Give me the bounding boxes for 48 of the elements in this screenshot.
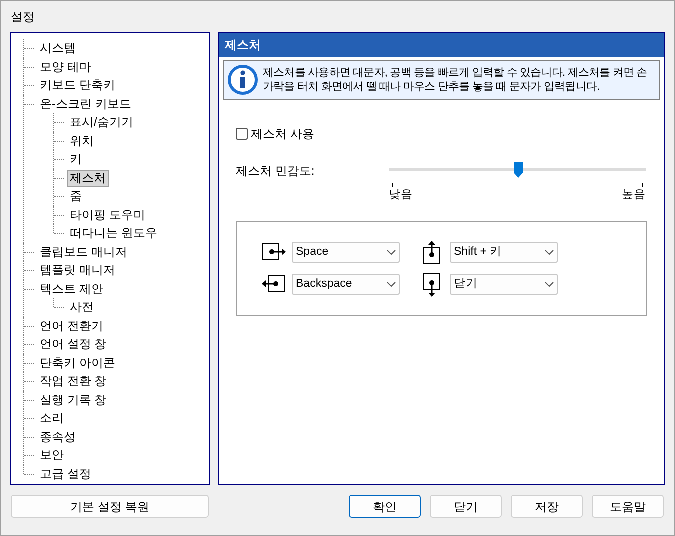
tree-item[interactable]: 템플릿 매니저 [37,262,118,279]
tree-item[interactable]: 종속성 [37,428,79,446]
tree-item[interactable]: 언어 전환기 [37,318,106,334]
tree-item[interactable]: 보안 [37,447,67,464]
slider[interactable] [389,162,646,178]
tree-item[interactable]: 고급 설정 [37,466,94,482]
tree-item[interactable]: 제스처 [67,170,109,186]
chevron-down-icon [387,282,396,288]
tree-item[interactable]: 표시/숨기기 [67,114,136,131]
gesture-dropdown[interactable]: Backspace [292,274,400,296]
tree-item[interactable]: 키보드 단축키 [37,77,118,94]
chevron-down-icon [545,282,554,288]
reset-button[interactable]: 기본 설정 복원 [11,495,209,518]
tree-item[interactable]: 작업 전환 창 [37,373,110,390]
tree-item[interactable]: 단축키 아이콘 [37,354,118,372]
tree-item[interactable]: 소리 [37,410,67,427]
tree-item[interactable]: 언어 설정 창 [37,336,110,353]
info-text: 제스처를 사용하면 대문자, 공백 등을 빠르게 입력할 수 있습니다. 제스처를 켜면 손가락을 터치 화면에서 뗄 때나 마우스 단추를 놓을 때 문자가 입력됩니다. [263,66,648,94]
dialog-button[interactable]: 저장 [511,495,583,518]
sensitivity-label: 제스처 민감도: [236,163,316,180]
checkbox[interactable] [236,128,248,140]
tree-item[interactable]: 키 [67,151,85,168]
tree-item[interactable]: 모양 테마 [37,58,94,76]
dialog-button[interactable]: 닫기 [430,495,502,518]
tree-item[interactable]: 실행 기록 창 [37,392,110,408]
tree-item[interactable]: 위치 [67,132,97,150]
chevron-down-icon [545,250,554,256]
low-label: 낮음 [389,188,413,203]
tree-item[interactable]: 온-스크린 키보드 [37,96,134,112]
dialog-button[interactable]: 도움말 [592,495,664,518]
tree-item[interactable]: 줌 [67,188,85,205]
dialog-button[interactable]: 확인 [349,495,421,518]
checkbox-label: 제스처 사용 [251,126,314,143]
gesture-dropdown[interactable]: Shift + 키 [450,242,558,264]
chevron-down-icon [387,250,396,256]
tree-item[interactable]: 텍스트 제안 [37,280,106,298]
tree-item[interactable]: 클립보드 매니저 [37,244,130,260]
slider-thumb[interactable] [512,162,524,178]
info-icon [227,64,259,96]
window-title: 설정 [11,8,35,26]
tree-item[interactable]: 떠다니는 윈도우 [67,225,160,242]
panel-title: 제스처 [225,37,261,54]
tree-item[interactable]: 사전 [67,299,97,316]
tree-item[interactable]: 타이핑 도우미 [67,206,148,224]
high-label: 높음 [622,188,646,203]
gesture-dropdown[interactable]: 닫기 [450,274,558,296]
gesture-dropdown[interactable]: Space [292,242,400,264]
tree-item[interactable]: 시스템 [37,40,79,57]
